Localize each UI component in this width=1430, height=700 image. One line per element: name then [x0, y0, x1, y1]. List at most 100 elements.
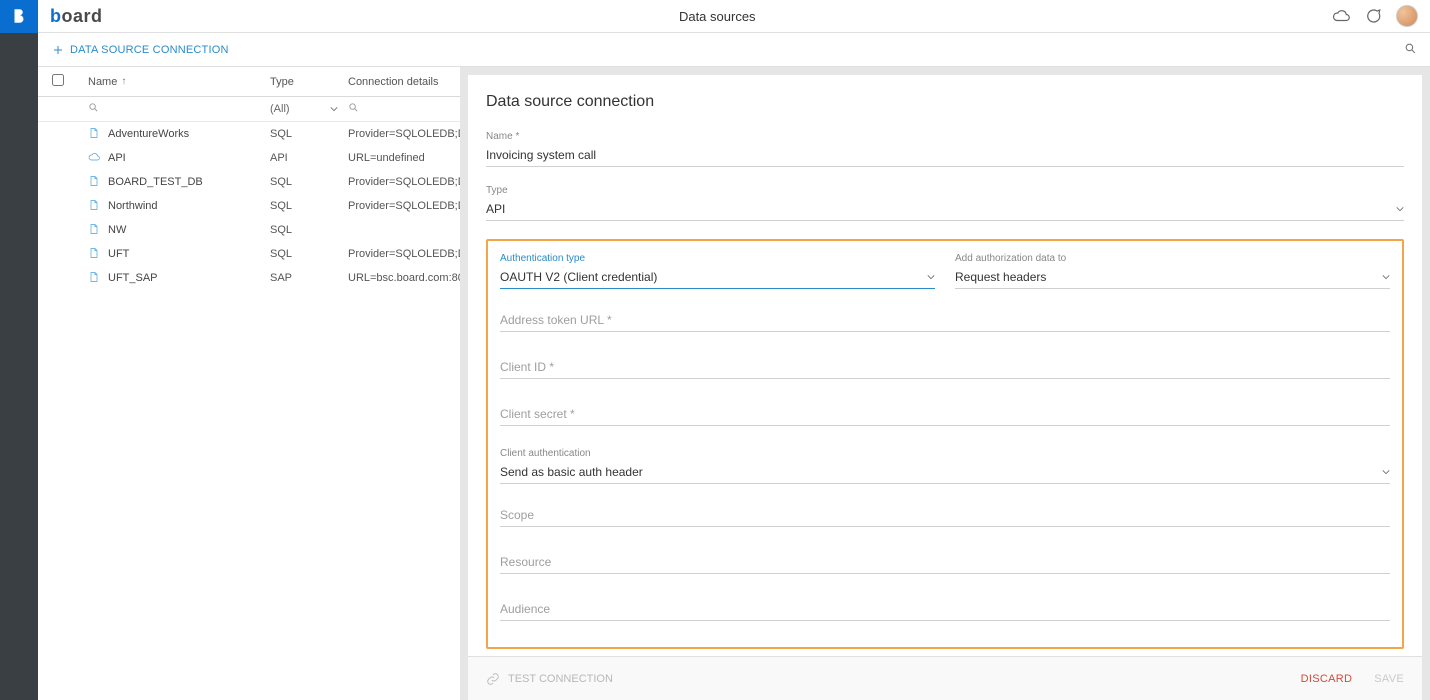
audience-field: [500, 596, 1390, 621]
resource-input[interactable]: [500, 549, 1390, 574]
row-type: SQL: [270, 176, 348, 188]
global-search-button[interactable]: [1404, 42, 1430, 58]
row-name: NW: [108, 224, 126, 236]
row-name: UFT: [108, 248, 129, 260]
table-row[interactable]: APIAPIURL=undefined: [38, 146, 460, 170]
add-data-source-button[interactable]: DATA SOURCE CONNECTION: [38, 44, 243, 56]
chevron-down-icon: [1382, 468, 1390, 476]
test-connection-button[interactable]: TEST CONNECTION: [486, 672, 613, 686]
client-id-field: [500, 354, 1390, 379]
row-type: SQL: [270, 128, 348, 140]
scope-field: [500, 502, 1390, 527]
row-name: BOARD_TEST_DB: [108, 176, 203, 188]
type-label: Type: [486, 185, 1404, 196]
add-auth-field: Add authorization data to Request header…: [955, 253, 1390, 289]
panel-title: Data source connection: [486, 93, 1404, 111]
name-label: Name: [486, 131, 1404, 142]
token-url-input[interactable]: [500, 307, 1390, 332]
table-row[interactable]: AdventureWorks SQLProvider=SQLOLEDB;Data: [38, 122, 460, 146]
row-details: Provider=SQLOLEDB;Data: [348, 248, 460, 260]
chevron-down-icon: [1396, 205, 1404, 213]
add-button-label: DATA SOURCE CONNECTION: [70, 44, 229, 56]
cloud-icon: [88, 151, 100, 166]
add-auth-select[interactable]: Request headers: [955, 266, 1390, 289]
file-icon: [88, 175, 100, 190]
table-row[interactable]: Northwind SQLProvider=SQLOLEDB;Data: [38, 194, 460, 218]
row-details: URL=bsc.board.com:8098: [348, 272, 460, 284]
auth-type-field: Authentication type OAUTH V2 (Client cre…: [500, 253, 935, 289]
col-name[interactable]: Name↑: [78, 76, 270, 88]
file-icon: [88, 199, 100, 214]
row-type: SQL: [270, 200, 348, 212]
name-field: Name: [486, 131, 1404, 167]
chevron-down-icon: [1382, 273, 1390, 281]
client-secret-input[interactable]: [500, 401, 1390, 426]
col-details[interactable]: Connection details: [348, 76, 460, 88]
row-details: URL=undefined: [348, 152, 460, 164]
link-icon: [486, 672, 500, 686]
detail-panel: Data source connection Name Type API: [468, 75, 1422, 700]
action-row: DATA SOURCE CONNECTION: [0, 33, 1430, 67]
type-select[interactable]: API: [486, 198, 1404, 221]
name-input[interactable]: [486, 144, 1404, 167]
type-field: Type API: [486, 185, 1404, 221]
client-auth-label: Client authentication: [500, 448, 1390, 459]
file-icon: [88, 271, 100, 286]
row-type: API: [270, 152, 348, 164]
chevron-down-icon: [927, 273, 935, 281]
col-type[interactable]: Type: [270, 76, 348, 88]
client-id-input[interactable]: [500, 354, 1390, 379]
auth-highlight-box: Authentication type OAUTH V2 (Client cre…: [486, 239, 1404, 649]
select-all-checkbox[interactable]: [52, 74, 64, 86]
auth-type-label: Authentication type: [500, 253, 935, 264]
table-row[interactable]: BOARD_TEST_DBSQLProvider=SQLOLEDB;Data: [38, 170, 460, 194]
table-row[interactable]: NW SQL: [38, 218, 460, 242]
cloud-icon[interactable]: [1332, 7, 1350, 25]
top-bar: board Data sources: [0, 0, 1430, 33]
brand-b: b: [50, 6, 62, 26]
row-name: API: [108, 152, 126, 164]
row-details: Provider=SQLOLEDB;Data: [348, 200, 460, 212]
data-source-table: Name↑ Type Connection details (All) Adve…: [38, 67, 460, 700]
resource-field: [500, 549, 1390, 574]
main-content: Name↑ Type Connection details (All) Adve…: [38, 67, 1430, 700]
left-sidebar: [0, 33, 38, 700]
row-name: Northwind: [108, 200, 158, 212]
table-row[interactable]: UFT_SAP SAPURL=bsc.board.com:8098: [38, 266, 460, 290]
file-icon: [88, 127, 100, 142]
detail-panel-outer: Data source connection Name Type API: [460, 67, 1430, 700]
row-name: UFT_SAP: [108, 272, 158, 284]
auth-type-select[interactable]: OAUTH V2 (Client credential): [500, 266, 935, 289]
logo-square[interactable]: [0, 0, 38, 33]
brand-rest: oard: [62, 6, 103, 26]
audience-input[interactable]: [500, 596, 1390, 621]
search-icon[interactable]: [88, 102, 99, 116]
scope-input[interactable]: [500, 502, 1390, 527]
sort-asc-icon: ↑: [121, 76, 126, 87]
type-filter-select[interactable]: (All): [270, 103, 348, 115]
logo-b-icon: [10, 7, 28, 25]
search-icon[interactable]: [348, 104, 359, 116]
add-auth-label: Add authorization data to: [955, 253, 1390, 264]
row-type: SAP: [270, 272, 348, 284]
panel-footer: TEST CONNECTION DISCARD SAVE: [468, 656, 1422, 700]
chevron-down-icon: [330, 105, 338, 113]
brand: board: [50, 6, 103, 27]
save-button[interactable]: SAVE: [1374, 673, 1404, 685]
client-auth-field: Client authentication Send as basic auth…: [500, 448, 1390, 484]
table-row[interactable]: UFT SQLProvider=SQLOLEDB;Data: [38, 242, 460, 266]
table-header: Name↑ Type Connection details: [38, 67, 460, 97]
discard-button[interactable]: DISCARD: [1301, 673, 1353, 685]
row-type: SQL: [270, 224, 348, 236]
table-filter-row: (All): [38, 97, 460, 122]
row-details: Provider=SQLOLEDB;Data: [348, 128, 460, 140]
row-name: AdventureWorks: [108, 128, 189, 140]
client-secret-field: [500, 401, 1390, 426]
file-icon: [88, 247, 100, 262]
row-type: SQL: [270, 248, 348, 260]
client-auth-select[interactable]: Send as basic auth header: [500, 461, 1390, 484]
topbar-right: [1332, 5, 1430, 27]
file-icon: [88, 223, 100, 238]
avatar[interactable]: [1396, 5, 1418, 27]
chat-icon[interactable]: [1364, 7, 1382, 25]
